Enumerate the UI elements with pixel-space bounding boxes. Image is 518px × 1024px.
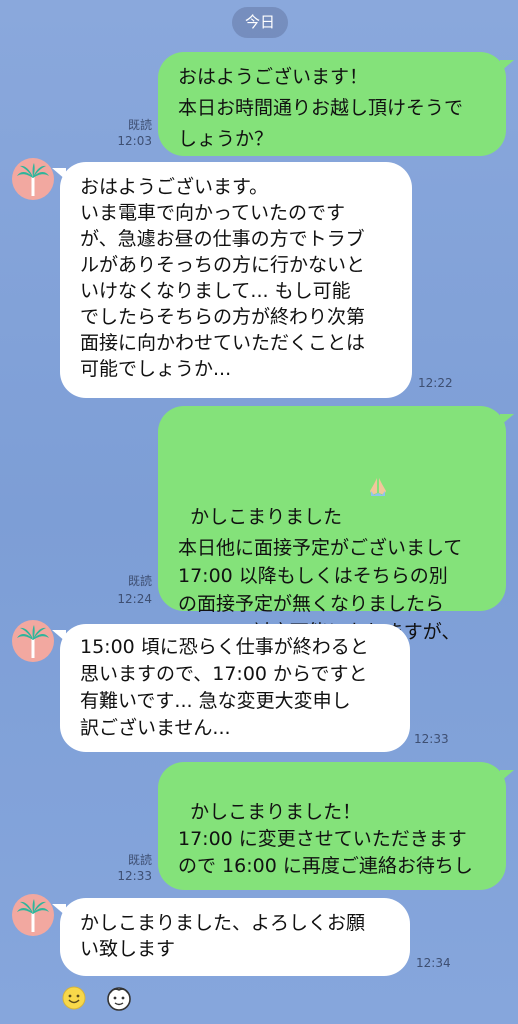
bubble-tail: [500, 414, 514, 426]
message-bubble-incoming[interactable]: 15:00 頃に恐らく仕事が終わると 思いますので、17:00 からですと 有難…: [60, 624, 410, 752]
date-separator: 今日: [232, 7, 288, 38]
message-time: 12:22: [418, 376, 453, 390]
bubble-tail: [500, 60, 514, 72]
contact-avatar[interactable]: [12, 620, 54, 662]
message-bubble-outgoing[interactable]: かしこまりました！ 17:00 に変更させていただきます ので 16:00 に再…: [158, 762, 506, 956]
message-time: 12:24: [117, 592, 152, 606]
message-time: 12:33: [117, 869, 152, 883]
read-receipt: 既読: [127, 574, 152, 588]
palm-tree-icon: [17, 899, 49, 932]
smiley-emoji-icon[interactable]: [60, 984, 88, 1012]
sticker-icon[interactable]: [104, 984, 132, 1012]
palm-tree-icon: [17, 163, 49, 196]
read-receipt: 既読: [127, 118, 152, 132]
message-text-line: かしこまりました: [190, 506, 343, 528]
bubble-tail: [500, 770, 514, 782]
contact-avatar[interactable]: [12, 894, 54, 936]
message-bubble-outgoing[interactable]: かしこまりました 本日他に面接予定がございまして 17:00 以降もしくはそちら…: [158, 406, 506, 671]
praying-hands-icon: [342, 446, 390, 534]
message-time: 12:33: [414, 732, 449, 746]
message-time: 12:34: [416, 956, 451, 970]
message-bubble-outgoing[interactable]: おはようございます！ 本日お時間通りお越し頂けそうで しょうか？: [158, 52, 506, 156]
message-bubble-incoming[interactable]: おはようございます。 いま電車で向かっていたのです が、急遽お昼の仕事の方でトラ…: [60, 162, 412, 398]
message-time: 12:03: [117, 134, 152, 148]
contact-avatar[interactable]: [12, 158, 54, 200]
palm-tree-icon: [17, 625, 49, 658]
message-bubble-incoming[interactable]: かしこまりました、よろしくお願 い致します: [60, 898, 410, 976]
read-receipt: 既読: [127, 853, 152, 867]
